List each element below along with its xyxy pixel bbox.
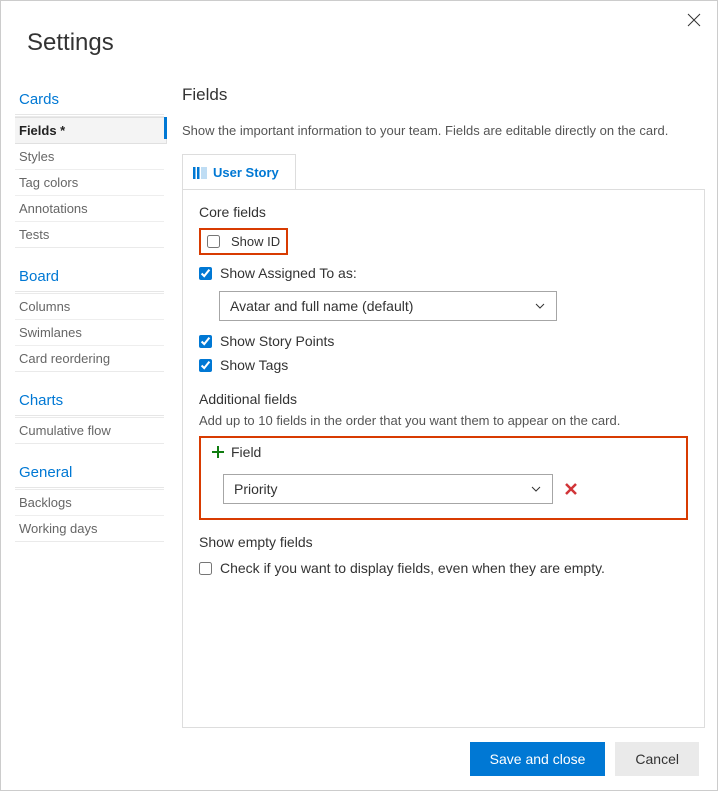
additional-fields-description: Add up to 10 fields in the order that yo… (199, 413, 688, 428)
sidebar-section-general: General (15, 458, 164, 488)
cancel-button[interactable]: Cancel (615, 742, 699, 776)
show-assigned-checkbox[interactable] (199, 267, 212, 280)
sidebar-item-fields[interactable]: Fields * (15, 117, 167, 144)
sidebar-item-styles[interactable]: Styles (15, 144, 164, 170)
sidebar-item-annotations[interactable]: Annotations (15, 196, 164, 222)
show-empty-checkbox[interactable] (199, 562, 212, 575)
show-story-points-checkbox[interactable] (199, 335, 212, 348)
content-panel: Fields Show the important information to… (164, 85, 717, 728)
assigned-to-value: Avatar and full name (default) (230, 298, 413, 314)
show-tags-checkbox[interactable] (199, 359, 212, 372)
remove-field-button[interactable] (563, 481, 579, 497)
sidebar-section-charts: Charts (15, 386, 164, 416)
plus-icon (211, 445, 225, 459)
tab-user-story[interactable]: User Story (182, 154, 296, 190)
sidebar: Cards Fields * Styles Tag colors Annotat… (1, 85, 164, 790)
additional-field-select[interactable]: Priority (223, 474, 553, 504)
dialog-footer: Save and close Cancel (164, 728, 717, 790)
additional-fields-heading: Additional fields (199, 391, 688, 407)
sidebar-item-cumulative-flow[interactable]: Cumulative flow (15, 418, 164, 443)
add-field-button[interactable]: Field (211, 444, 676, 460)
sidebar-section-board: Board (15, 262, 164, 292)
show-id-highlight: Show ID (199, 228, 288, 255)
sidebar-item-swimlanes[interactable]: Swimlanes (15, 320, 164, 346)
show-tags-label: Show Tags (220, 357, 288, 373)
additional-field-value: Priority (234, 481, 278, 497)
show-id-label: Show ID (231, 234, 280, 249)
show-id-checkbox[interactable] (207, 235, 220, 248)
sidebar-item-card-reordering[interactable]: Card reordering (15, 346, 164, 371)
sidebar-item-columns[interactable]: Columns (15, 294, 164, 320)
show-empty-label: Check if you want to display fields, eve… (220, 560, 605, 576)
save-and-close-button[interactable]: Save and close (470, 742, 606, 776)
show-story-points-label: Show Story Points (220, 333, 334, 349)
dialog-title: Settings (27, 29, 717, 57)
settings-dialog: Settings Cards Fields * Styles Tag color… (0, 0, 718, 791)
add-field-label: Field (231, 444, 261, 460)
core-fields-heading: Core fields (199, 204, 688, 220)
assigned-to-select[interactable]: Avatar and full name (default) (219, 291, 557, 321)
sidebar-section-cards: Cards (15, 85, 164, 115)
close-button[interactable] (687, 13, 703, 29)
user-story-icon (193, 167, 207, 179)
chevron-down-icon (530, 483, 542, 495)
sidebar-item-backlogs[interactable]: Backlogs (15, 490, 164, 516)
sidebar-item-working-days[interactable]: Working days (15, 516, 164, 541)
additional-field-highlight: Field Priority (199, 436, 688, 520)
sidebar-item-tag-colors[interactable]: Tag colors (15, 170, 164, 196)
sidebar-item-tests[interactable]: Tests (15, 222, 164, 247)
selected-indicator (164, 117, 167, 139)
panel-description: Show the important information to your t… (182, 123, 705, 138)
chevron-down-icon (534, 300, 546, 312)
show-assigned-label: Show Assigned To as: (220, 265, 357, 281)
tab-label: User Story (213, 165, 279, 180)
panel-heading: Fields (182, 85, 705, 105)
empty-fields-heading: Show empty fields (199, 534, 688, 550)
close-icon (687, 13, 701, 27)
